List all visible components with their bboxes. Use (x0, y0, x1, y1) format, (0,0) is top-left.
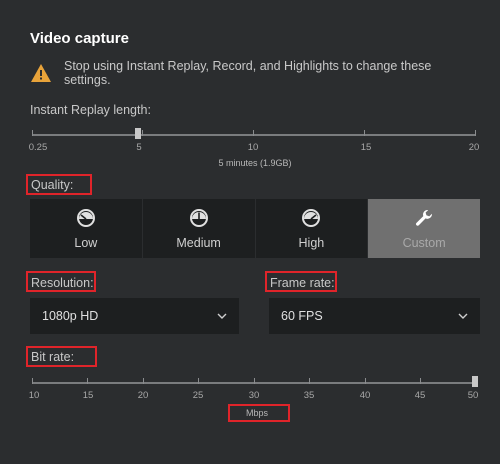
highlight-box (26, 271, 96, 292)
warning-text: Stop using Instant Replay, Record, and H… (64, 59, 432, 87)
instant-replay-label: Instant Replay length: (30, 103, 151, 117)
replay-tick (364, 130, 365, 136)
highlight-box (26, 346, 97, 367)
quality-selector: Low Medium High Custom (30, 199, 480, 258)
bit-rate-tick-label: 40 (359, 390, 371, 401)
bit-rate-tick (87, 378, 88, 384)
replay-tick (253, 130, 254, 136)
replay-tick (32, 130, 33, 136)
bit-rate-tick (143, 378, 144, 384)
bit-rate-tick-label: 10 (28, 390, 40, 401)
bit-rate-tick-label: 50 (467, 390, 479, 401)
bit-rate-tick (32, 378, 33, 384)
quality-medium-button[interactable]: Medium (141, 199, 255, 258)
replay-tick-label: 10 (247, 142, 259, 153)
bit-rate-tick (254, 378, 255, 384)
highlight-box (26, 174, 92, 195)
section-title: Video capture (30, 30, 129, 47)
warning-banner: Stop using Instant Replay, Record, and H… (30, 59, 480, 87)
gauge-low-icon (76, 208, 95, 227)
quality-high-label: High (298, 235, 325, 250)
replay-value-text: 5 minutes (1.9GB) (218, 158, 292, 168)
gauge-medium-icon (189, 208, 208, 227)
quality-high-button[interactable]: High (254, 199, 368, 258)
bit-rate-slider-thumb[interactable] (472, 376, 478, 387)
highlight-box (228, 404, 290, 422)
chevron-down-icon (458, 313, 468, 319)
replay-tick (475, 130, 476, 136)
quality-low-label: Low (74, 235, 98, 250)
replay-tick-label: 15 (360, 142, 372, 153)
frame-rate-value: 60 FPS (281, 309, 323, 323)
bit-rate-tick (198, 378, 199, 384)
bit-rate-tick (420, 378, 421, 384)
quality-low-button[interactable]: Low (30, 199, 142, 258)
gauge-high-icon (302, 208, 321, 227)
bit-rate-tick (309, 378, 310, 384)
bit-rate-tick-label: 30 (248, 390, 260, 401)
replay-slider-thumb[interactable] (135, 128, 141, 139)
warning-icon (31, 64, 51, 82)
bit-rate-tick-label: 45 (414, 390, 426, 401)
highlight-box (265, 271, 337, 292)
bit-rate-tick-label: 15 (82, 390, 94, 401)
replay-tick-label: 0.25 (28, 142, 48, 153)
bit-rate-tick-label: 20 (137, 390, 149, 401)
bit-rate-tick-label: 25 (192, 390, 204, 401)
bit-rate-tick (365, 378, 366, 384)
frame-rate-dropdown[interactable]: 60 FPS (269, 298, 480, 334)
chevron-down-icon (217, 313, 227, 319)
bit-rate-tick-label: 35 (303, 390, 315, 401)
resolution-dropdown[interactable]: 1080p HD (30, 298, 239, 334)
resolution-value: 1080p HD (42, 309, 99, 323)
replay-tick-label: 20 (468, 142, 480, 153)
replay-tick-label: 5 (136, 142, 142, 153)
quality-medium-label: Medium (176, 235, 221, 250)
replay-tick (142, 130, 143, 136)
wrench-icon (416, 209, 433, 226)
quality-custom-label: Custom (402, 235, 446, 250)
replay-track (32, 134, 476, 136)
quality-custom-button[interactable]: Custom (367, 199, 480, 258)
